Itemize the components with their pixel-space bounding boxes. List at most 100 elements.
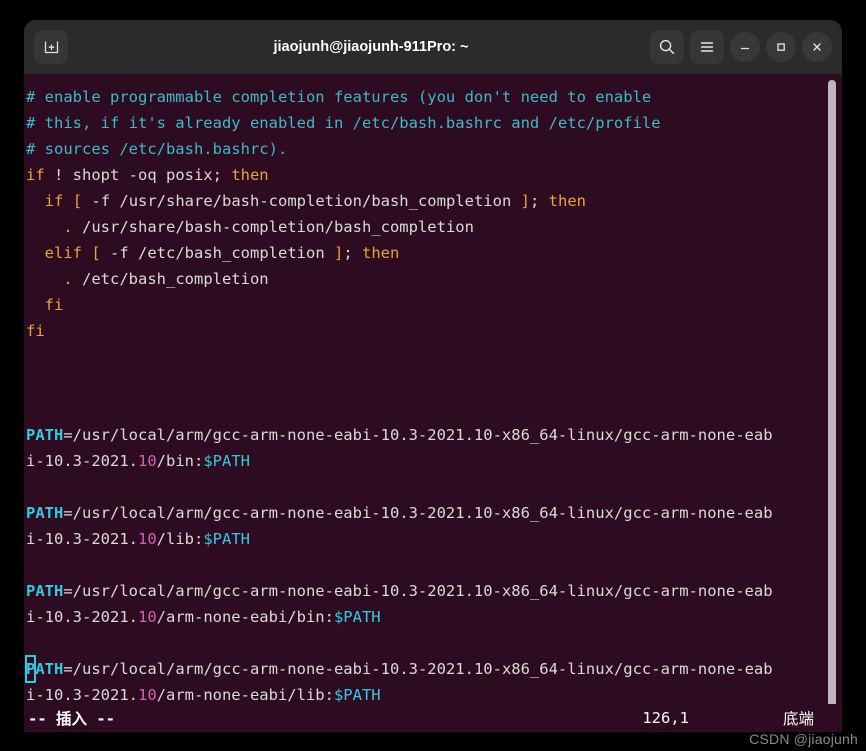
terminal-span xyxy=(26,244,45,262)
terminal-line: . /etc/bash_completion xyxy=(26,266,842,292)
window-titlebar: jiaojunh@jiaojunh-911Pro: ~ xyxy=(24,20,842,74)
terminal-span xyxy=(26,218,63,236)
terminal-line: PATH=/usr/local/arm/gcc-arm-none-eabi-10… xyxy=(24,655,842,683)
terminal-span: 10 xyxy=(137,608,157,626)
terminal-line: # enable programmable completion feature… xyxy=(26,84,842,110)
terminal-span xyxy=(82,244,91,262)
search-icon xyxy=(659,39,675,55)
maximize-button[interactable] xyxy=(766,32,796,62)
terminal-line: fi xyxy=(26,292,842,318)
terminal-line: i-10.3-2021.10/arm-none-eabi/bin:$PATH xyxy=(26,604,842,630)
terminal-span: . xyxy=(63,270,73,288)
menu-button[interactable] xyxy=(690,30,724,64)
terminal-span: then xyxy=(231,166,269,184)
terminal-line: PATH=/usr/local/arm/gcc-arm-none-eabi-10… xyxy=(26,500,842,526)
terminal-line: i-10.3-2021.10/bin:$PATH xyxy=(26,448,842,474)
text-cursor: P xyxy=(24,655,37,683)
terminal-content-area[interactable]: # enable programmable completion feature… xyxy=(24,74,842,732)
terminal-span: then xyxy=(362,244,400,262)
vim-statusline: -- 插入 -- 126,1 底端 xyxy=(24,704,842,732)
terminal-span: /arm-none-eabi/bin: xyxy=(156,608,334,626)
terminal-span: # sources /etc/bash.bashrc). xyxy=(26,140,288,158)
minimize-button[interactable] xyxy=(730,32,760,62)
terminal-span: /bin: xyxy=(156,452,204,470)
hamburger-menu-icon xyxy=(700,42,714,52)
terminal-span: # this, if it's already enabled in /etc/… xyxy=(26,114,661,132)
terminal-span: =/usr/local/arm/gcc-arm-none-eabi-10.3-2… xyxy=(63,504,773,522)
terminal-span: PATH xyxy=(26,426,64,444)
terminal-span xyxy=(26,270,63,288)
terminal-span: fi xyxy=(44,296,64,314)
terminal-line: elif [ -f /etc/bash_completion ]; then xyxy=(26,240,842,266)
terminal-line: . /usr/share/bash-completion/bash_comple… xyxy=(26,214,842,240)
close-icon xyxy=(813,43,821,51)
terminal-span xyxy=(63,192,72,210)
terminal-line: if ! shopt -oq posix; then xyxy=(26,162,842,188)
terminal-span: /arm-none-eabi/lib: xyxy=(156,686,334,704)
terminal-span: i-10.3-2021. xyxy=(26,608,138,626)
terminal-span: $PATH xyxy=(333,686,381,704)
terminal-span: [ xyxy=(72,192,83,210)
minimize-icon xyxy=(740,47,750,50)
terminal-span: ] xyxy=(520,192,530,210)
terminal-span: i-10.3-2021. xyxy=(26,530,138,548)
terminal-span: ATH xyxy=(35,660,64,678)
terminal-span: ; xyxy=(343,244,362,262)
terminal-span: ] xyxy=(333,244,344,262)
terminal-span: 10 xyxy=(137,686,157,704)
terminal-span: PATH xyxy=(26,504,64,522)
terminal-span: $PATH xyxy=(203,452,250,470)
search-button[interactable] xyxy=(650,30,684,64)
watermark: CSDN @jiaojunh xyxy=(749,731,858,747)
terminal-line: fi xyxy=(26,318,842,344)
terminal-span: if xyxy=(44,192,64,210)
cursor-position: 126,1 xyxy=(642,709,689,727)
terminal-span: $PATH xyxy=(203,530,250,548)
terminal-span: fi xyxy=(26,322,45,340)
terminal-line: if [ -f /usr/share/bash-completion/bash_… xyxy=(26,188,842,214)
maximize-icon xyxy=(777,43,785,51)
terminal-span: /lib: xyxy=(156,530,204,548)
close-button[interactable] xyxy=(802,32,832,62)
new-tab-icon xyxy=(44,41,58,53)
terminal-line: PATH=/usr/local/arm/gcc-arm-none-eabi-10… xyxy=(26,578,842,604)
terminal-span: # enable programmable completion feature… xyxy=(26,88,652,106)
vim-mode-indicator: -- 插入 -- xyxy=(28,710,115,728)
scroll-location: 底端 xyxy=(782,710,814,728)
terminal-span: i-10.3-2021. xyxy=(26,686,138,704)
terminal-text: # enable programmable completion feature… xyxy=(24,84,842,708)
terminal-span: =/usr/local/arm/gcc-arm-none-eabi-10.3-2… xyxy=(63,660,773,678)
terminal-span: if xyxy=(26,166,45,184)
new-tab-button[interactable] xyxy=(34,30,68,64)
titlebar-controls xyxy=(644,30,832,64)
terminal-span: =/usr/local/arm/gcc-arm-none-eabi-10.3-2… xyxy=(63,582,773,600)
terminal-line: # sources /etc/bash.bashrc). xyxy=(26,136,842,162)
terminal-span: elif xyxy=(44,244,82,262)
terminal-window: jiaojunh@jiaojunh-911Pro: ~ # enable pro… xyxy=(24,20,842,732)
window-title: jiaojunh@jiaojunh-911Pro: ~ xyxy=(273,39,469,55)
terminal-line: PATH=/usr/local/arm/gcc-arm-none-eabi-10… xyxy=(26,422,842,448)
terminal-span: i-10.3-2021. xyxy=(26,452,138,470)
scrollbar-thumb[interactable] xyxy=(828,80,836,720)
terminal-span: ; xyxy=(529,192,549,210)
terminal-line: i-10.3-2021.10/lib:$PATH xyxy=(26,526,842,552)
screen: jiaojunh@jiaojunh-911Pro: ~ # enable pro… xyxy=(0,0,866,751)
terminal-span: [ xyxy=(91,244,101,262)
terminal-span: 10 xyxy=(137,530,157,548)
terminal-span: -f /etc/bash_completion xyxy=(100,244,334,262)
terminal-span: PATH xyxy=(26,582,64,600)
terminal-span: 10 xyxy=(137,452,157,470)
terminal-span xyxy=(26,192,45,210)
terminal-span xyxy=(26,296,45,314)
terminal-span: then xyxy=(548,192,586,210)
terminal-line: # this, if it's already enabled in /etc/… xyxy=(26,110,842,136)
terminal-span: =/usr/local/arm/gcc-arm-none-eabi-10.3-2… xyxy=(63,426,773,444)
scrollbar-track[interactable] xyxy=(826,74,840,732)
terminal-span: ! shopt -oq posix; xyxy=(44,166,232,184)
